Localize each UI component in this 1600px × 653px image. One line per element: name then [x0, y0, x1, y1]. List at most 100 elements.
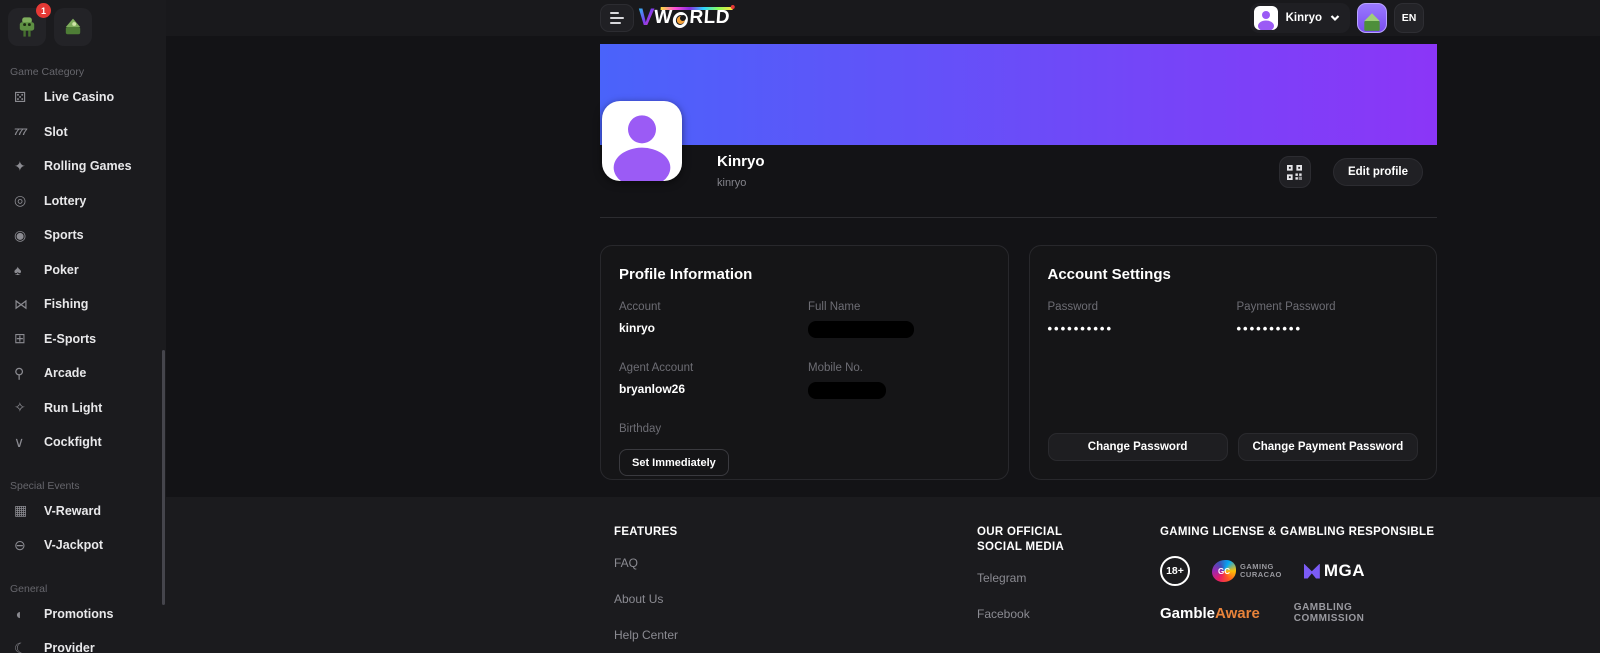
header-right-group: Kinryo EN: [1249, 3, 1424, 33]
qr-code-button[interactable]: [1278, 156, 1311, 188]
user-menu[interactable]: Kinryo: [1249, 3, 1350, 33]
logo-red-dot: [730, 5, 735, 9]
footer-link-facebook[interactable]: Facebook: [977, 607, 1097, 621]
field-account: Account kinryo: [619, 301, 808, 338]
footer-social-column: OUR OFFICIAL SOCIAL MEDIA Telegram Faceb…: [977, 525, 1097, 643]
mascot-secondary-button[interactable]: [54, 8, 92, 46]
logo-rainbow-bar: [660, 7, 733, 10]
profile-actions: Edit profile: [1278, 156, 1423, 188]
footer-link-help-center[interactable]: Help Center: [614, 628, 814, 642]
green-mascot-icon: [1364, 13, 1380, 31]
field-password: Password ••••••••••: [1048, 301, 1237, 336]
footer: FEATURES FAQ About Us Help Center OUR OF…: [166, 497, 1600, 653]
logo-moon-o: [672, 11, 689, 28]
dice-icon: ⚄: [14, 88, 27, 105]
change-password-button[interactable]: Change Password: [1047, 433, 1228, 461]
sidebar-item-e-sports[interactable]: ⊞ E-Sports: [0, 322, 166, 357]
sidebar-item-provider[interactable]: ☾ Provider: [0, 631, 166, 653]
profile-avatar[interactable]: [602, 101, 682, 181]
menu-toggle-button[interactable]: [600, 4, 634, 32]
profile-information-card: Profile Information Account kinryo Full …: [600, 245, 1009, 480]
sidebar-item-cockfight[interactable]: ∨ Cockfight: [0, 425, 166, 460]
change-payment-password-button[interactable]: Change Payment Password: [1237, 433, 1418, 461]
field-payment-password: Payment Password ••••••••••: [1237, 301, 1419, 336]
green-hat-mascot-icon: [65, 18, 81, 35]
sidebar-item-promotions[interactable]: ◖ Promotions: [0, 597, 166, 632]
sidebar-item-arcade[interactable]: ⚲ Arcade: [0, 356, 166, 391]
sidebar-item-lottery[interactable]: ◎ Lottery: [0, 184, 166, 219]
person-icon: [1257, 11, 1274, 30]
sidebar-item-v-jackpot[interactable]: ⊖ V-Jackpot: [0, 528, 166, 563]
mga-logo: MGA: [1303, 561, 1365, 581]
edit-profile-button[interactable]: Edit profile: [1332, 158, 1423, 186]
crescent-moon-icon: [677, 15, 686, 24]
sidebar: 1 Game Category ⚄ Live Casino 777 Slot ✦…: [0, 0, 166, 653]
person-icon: [613, 115, 671, 181]
user-name: Kinryo: [1285, 12, 1322, 24]
field-full-name: Full Name: [808, 301, 990, 338]
set-birthday-button[interactable]: Set Immediately: [619, 449, 729, 476]
qr-code-icon: [1287, 164, 1303, 180]
footer-link-faq[interactable]: FAQ: [614, 556, 814, 570]
mga-mark-icon: [1303, 563, 1320, 579]
sidebar-item-run-light[interactable]: ✧ Run Light: [0, 391, 166, 426]
sparkle-icon: ✧: [14, 399, 26, 416]
profile-names: Kinryo kinryo: [717, 153, 765, 189]
bird-wing-icon: ∨: [14, 433, 25, 450]
sidebar-item-rolling-games[interactable]: ✦ Rolling Games: [0, 149, 166, 184]
profile-display-name: Kinryo: [717, 153, 765, 170]
language-button[interactable]: EN: [1394, 3, 1424, 33]
sidebar-item-v-reward[interactable]: ▦ V-Reward: [0, 494, 166, 529]
footer-license-column: GAMING LICENSE & GAMBLING RESPONSIBLE 18…: [1160, 525, 1490, 624]
lottery-ball-icon: ◎: [14, 192, 27, 209]
avatar: [1253, 6, 1278, 30]
sidebar-item-slot[interactable]: 777 Slot: [0, 115, 166, 150]
agent-account-value: bryanlow26: [619, 382, 686, 396]
notification-badge: 1: [36, 3, 51, 18]
coin-icon: ⊖: [14, 536, 26, 553]
footer-heading-license: GAMING LICENSE & GAMBLING RESPONSIBLE: [1160, 526, 1435, 538]
section-label-general: General: [10, 582, 48, 595]
footer-features-column: FEATURES FAQ About Us Help Center: [614, 525, 814, 653]
sidebar-top-buttons: 1: [0, 0, 166, 46]
profile-banner: [600, 44, 1437, 145]
field-agent-account: Agent Account bryanlow26: [619, 362, 808, 399]
card-title: Account Settings: [1047, 266, 1171, 283]
footer-heading-social: OUR OFFICIAL SOCIAL MEDIA: [977, 526, 1065, 553]
star-icon: ✦: [14, 157, 26, 174]
gc-mark-icon: GC: [1212, 560, 1236, 582]
page: 1 Game Category ⚄ Live Casino 777 Slot ✦…: [0, 0, 1600, 653]
gambling-commission-logo: GAMBLING COMMISSION: [1293, 602, 1365, 624]
menu-icon: [610, 12, 619, 14]
vworld-logo[interactable]: V W RLD: [637, 3, 735, 33]
main-content: Kinryo kinryo Edit profile Profile Infor…: [600, 44, 1437, 480]
age-18-plus-icon: 18+: [1160, 556, 1190, 586]
sidebar-scrollbar[interactable]: [162, 350, 165, 605]
gamepad-icon: ⊞: [14, 330, 26, 347]
password-masked-value: ••••••••••: [1047, 321, 1114, 336]
gaming-curacao-logo: GC GAMING CURACAO: [1212, 560, 1282, 582]
sidebar-item-fishing[interactable]: ⋈ Fishing: [0, 287, 166, 322]
mascot-notification-button[interactable]: 1: [8, 3, 51, 46]
account-value: kinryo: [619, 321, 656, 335]
section-divider: [600, 217, 1437, 218]
footer-link-telegram[interactable]: Telegram: [977, 571, 1097, 585]
chevron-down-icon: [1330, 15, 1340, 22]
gambleaware-logo: GambleAware: [1160, 604, 1260, 622]
mascot-reward-button[interactable]: [1357, 3, 1387, 33]
soccer-ball-icon: ◉: [14, 226, 27, 243]
sidebar-item-live-casino[interactable]: ⚄ Live Casino: [0, 80, 166, 115]
green-mascot-icon: [19, 17, 35, 37]
sidebar-item-poker[interactable]: ♠ Poker: [0, 253, 166, 288]
section-label-game-category: Game Category: [10, 66, 85, 78]
sidebar-item-sports[interactable]: ◉ Sports: [0, 218, 166, 253]
fish-icon: ⋈: [14, 295, 28, 312]
cards-icon: ♠: [14, 261, 22, 278]
account-settings-card: Account Settings Password •••••••••• Pay…: [1028, 245, 1437, 480]
footer-link-about-us[interactable]: About Us: [614, 592, 814, 606]
license-logos-row-2: GambleAware GAMBLING COMMISSION: [1160, 602, 1490, 624]
license-logos-row-1: 18+ GC GAMING CURACAO MGA: [1160, 556, 1490, 586]
cards-row: Profile Information Account kinryo Full …: [600, 245, 1437, 480]
provider-crescent-icon: ☾: [14, 639, 27, 653]
field-birthday: Birthday Set Immediately: [619, 423, 808, 476]
